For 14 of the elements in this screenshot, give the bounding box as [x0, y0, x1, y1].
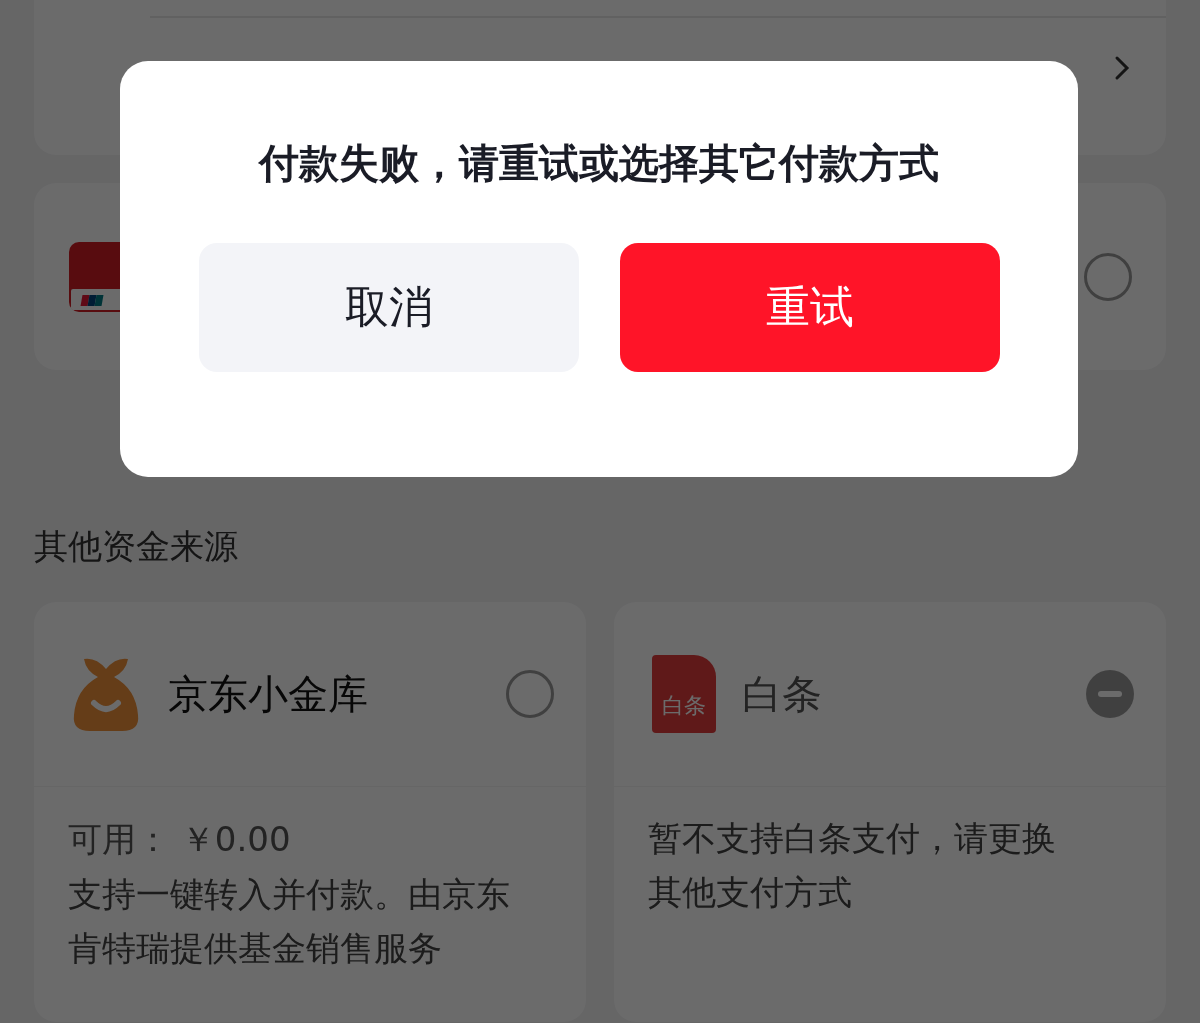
radio-button[interactable]	[1084, 252, 1132, 301]
payment-card[interactable]: 京东小金库 可用： ￥0.00 支持一键转入并付款。由京东肯特瑞提供基金销售服务	[34, 602, 586, 1022]
balance-text: 可用： ￥0.00	[68, 818, 292, 861]
method-name: 白条	[742, 669, 823, 719]
dialog-title: 付款失败，请重试或选择其它付款方式	[259, 139, 939, 188]
retry-button[interactable]: 重试	[619, 243, 1000, 372]
section-title: 其他资金来源	[34, 525, 239, 568]
description-text: 暂不支持白条支付，请更换其他支付方式	[648, 817, 1057, 914]
method-name: 京东小金库	[168, 669, 369, 719]
chevron-right-icon	[1114, 55, 1130, 81]
description-text: 支持一键转入并付款。由京东肯特瑞提供基金销售服务	[68, 873, 511, 970]
radio-button[interactable]	[506, 670, 554, 718]
app-logo: 白条	[652, 655, 716, 733]
cancel-button[interactable]: 取消	[198, 243, 579, 372]
